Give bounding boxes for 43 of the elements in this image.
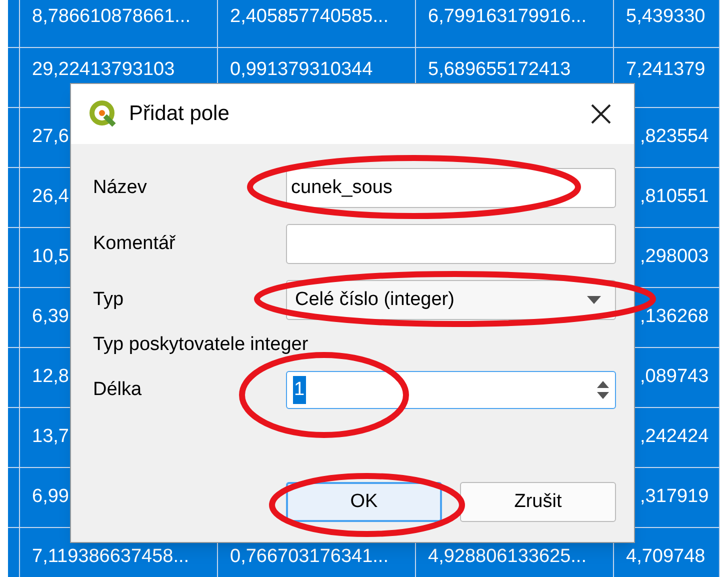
table-cell-text: 5,439330 — [626, 5, 706, 30]
table-cell-text: ,136268 — [640, 305, 709, 330]
table-cell-text: ,823554 — [640, 125, 709, 150]
table-cell-text: 27,6 — [32, 125, 69, 150]
window-title: Přidat pole — [129, 101, 230, 128]
table-cell-text: 2,405857740585... — [230, 5, 388, 30]
length-spinbox[interactable]: 1 — [286, 371, 616, 409]
table-cell-text: 6,799163179916... — [428, 5, 586, 30]
dialog-button[interactable]: Zrušit — [460, 482, 616, 522]
table-cell-text: 4,928806133625... — [428, 545, 586, 570]
provider-type-value: integer — [250, 332, 308, 357]
table-cell-text: 4,709748 — [626, 545, 706, 570]
type-dropdown[interactable]: Celé číslo (integer) — [286, 280, 616, 320]
field-label: Typ — [93, 288, 125, 312]
field-label: Komentář — [93, 232, 177, 256]
dropdown-arrow-icon — [587, 296, 601, 304]
table-cell-text: ,810551 — [640, 185, 709, 210]
table-cell-text: 26,4 — [32, 185, 69, 210]
table-cell-text: 10,5 — [32, 245, 69, 270]
spin-arrows-icon — [597, 379, 609, 401]
table-cell-text: 6,99 — [32, 485, 69, 510]
table-cell-text: ,298003 — [640, 245, 709, 270]
field-label: Typ poskytovatele — [93, 332, 246, 357]
table-cell-text: 7,241379 — [626, 58, 706, 82]
table-cell-text: 13,7 — [32, 425, 69, 450]
close-icon — [591, 104, 611, 124]
table-cell-text: 5,689655172413 — [428, 58, 571, 82]
table-cell-text: ,242424 — [640, 425, 709, 450]
table-cell-text: 0,766703176341... — [230, 545, 388, 570]
table-cell-text: ,317919 — [640, 485, 709, 510]
dialog-button[interactable]: OK — [286, 482, 442, 522]
table-cell-text: 8,786610878661... — [32, 5, 190, 30]
table-cell-text: 12,8 — [32, 365, 69, 390]
field-label: Název — [93, 176, 148, 200]
app-logo-icon — [89, 100, 117, 128]
input-field[interactable] — [286, 224, 616, 264]
table-cell-text: ,089743 — [640, 365, 709, 390]
field-label: Délka — [93, 378, 143, 402]
table-cell-text: 7,119386637458... — [32, 545, 190, 570]
table-cell-text: 6,39 — [32, 305, 69, 330]
table-cell-text: 29,22413793103 — [32, 58, 175, 82]
table-cell-text: 0,991379310344 — [230, 58, 373, 82]
input-field[interactable]: cunek_sous — [286, 168, 616, 208]
